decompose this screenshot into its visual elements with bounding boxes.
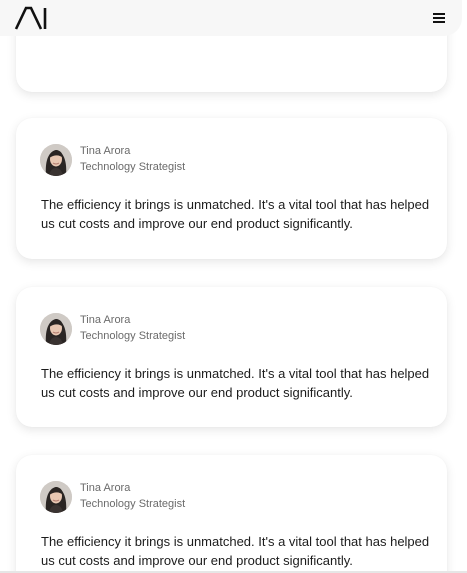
avatar	[40, 481, 72, 513]
testimonial-card: Tina Arora Technology Strategist The eff…	[16, 118, 447, 259]
hamburger-menu-icon	[433, 13, 445, 23]
page-viewport: Tina Arora Technology Strategist The eff…	[0, 0, 467, 573]
testimonial-quote: The efficiency it brings is unmatched. I…	[41, 366, 430, 400]
brand-logo[interactable]	[14, 5, 50, 31]
avatar	[40, 313, 72, 345]
testimonial-quote: The efficiency it brings is unmatched. I…	[41, 534, 430, 568]
testimonial-author: Tina Arora Technology Strategist	[40, 313, 185, 345]
author-role: Technology Strategist	[80, 330, 186, 342]
testimonial-card: Tina Arora Technology Strategist The eff…	[16, 287, 447, 427]
avatar-portrait-icon	[40, 313, 72, 345]
testimonial-author: Tina Arora Technology Strategist	[40, 144, 185, 176]
avatar-portrait-icon	[40, 144, 72, 176]
author-name: Tina Arora	[80, 482, 131, 494]
ai-logo-icon	[14, 6, 47, 30]
avatar-portrait-icon	[40, 481, 72, 513]
avatar	[40, 144, 72, 176]
testimonial-card: Tina Arora Technology Strategist The eff…	[16, 455, 447, 573]
testimonial-quote: The efficiency it brings is unmatched. I…	[41, 197, 430, 231]
testimonial-author: Tina Arora Technology Strategist	[40, 481, 185, 513]
author-name: Tina Arora	[80, 314, 131, 326]
author-name: Tina Arora	[80, 145, 131, 157]
author-role: Technology Strategist	[80, 161, 186, 173]
menu-button[interactable]	[430, 9, 448, 27]
top-navigation-bar	[0, 0, 462, 36]
author-role: Technology Strategist	[80, 498, 186, 510]
